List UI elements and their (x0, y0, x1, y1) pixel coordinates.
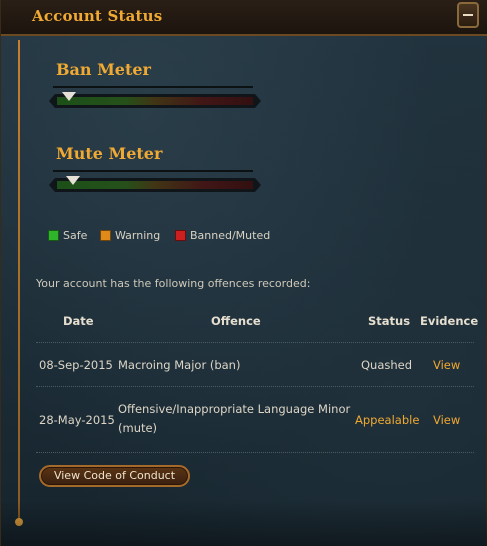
ban-meter-gradient (57, 97, 253, 105)
column-header-date: Date (63, 314, 94, 328)
mute-meter-topline (53, 170, 253, 172)
legend-label-banned: Banned/Muted (190, 229, 271, 242)
row-date: 28-May-2015 (39, 413, 115, 427)
legend-label-warning: Warning (115, 229, 161, 242)
safe-swatch-icon (48, 230, 59, 241)
row-status[interactable]: Appealable (355, 413, 419, 427)
table-divider (36, 386, 474, 387)
row-date: 08-Sep-2015 (39, 358, 113, 372)
panel-header: Account Status (1, 0, 487, 36)
column-header-evidence: Evidence (420, 314, 479, 328)
row-status: Quashed (361, 358, 413, 372)
ban-meter-title: Ban Meter (56, 60, 151, 79)
mute-meter-title: Mute Meter (56, 144, 163, 163)
bottom-texture (1, 500, 487, 546)
legend-label-safe: Safe (63, 229, 88, 242)
column-header-status: Status (368, 314, 411, 328)
view-evidence-link[interactable]: View (433, 413, 460, 427)
view-code-of-conduct-button[interactable]: View Code of Conduct (39, 465, 190, 487)
account-status-panel: Account Status Ban Meter Mute Meter Safe… (0, 0, 487, 546)
mute-meter (49, 170, 261, 192)
row-offence: Macroing Major (ban) (118, 358, 241, 372)
column-header-offence: Offence (211, 314, 261, 328)
ban-meter (49, 86, 261, 108)
mute-meter-gradient (57, 181, 253, 189)
mute-meter-pointer-icon (65, 176, 80, 185)
table-divider (36, 342, 474, 343)
ban-meter-track (49, 94, 261, 108)
minimize-button[interactable] (457, 2, 479, 28)
warning-swatch-icon (100, 230, 111, 241)
banned-swatch-icon (175, 230, 186, 241)
offences-intro-text: Your account has the following offences … (36, 277, 311, 290)
row-offence: Offensive/Inappropriate Language Minor (… (118, 402, 351, 435)
table-divider (36, 452, 474, 453)
ban-meter-topline (53, 86, 253, 88)
panel-title: Account Status (32, 7, 163, 25)
decorative-side-line (18, 40, 20, 526)
mute-meter-track (49, 178, 261, 192)
view-evidence-link[interactable]: View (433, 358, 460, 372)
ban-meter-pointer-icon (61, 92, 76, 101)
